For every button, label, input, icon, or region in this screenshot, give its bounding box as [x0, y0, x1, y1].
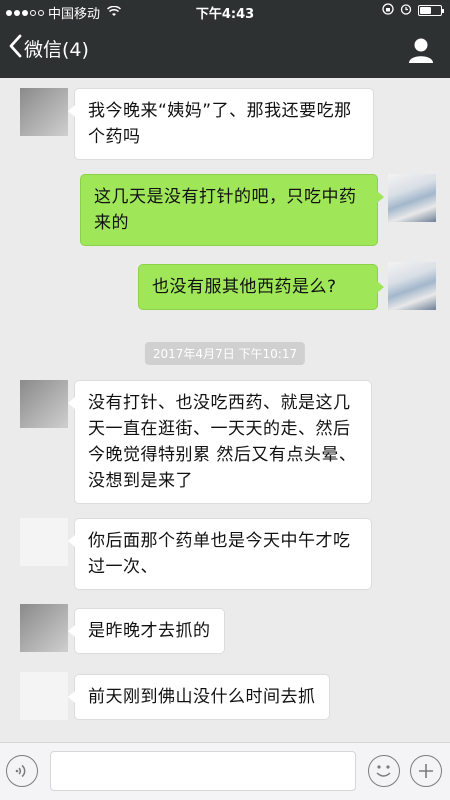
contact-avatar[interactable]: [20, 604, 68, 652]
alarm-icon: [400, 3, 412, 18]
message-bubble[interactable]: 你后面那个药单也是今天中午才吃过一次、: [68, 518, 372, 590]
plus-icon[interactable]: [410, 755, 442, 787]
message-bubble[interactable]: 这几天是没有打针的吧，只吃中药来的: [80, 174, 384, 246]
profile-icon[interactable]: [408, 36, 434, 64]
contact-avatar[interactable]: [20, 380, 68, 428]
message-bubble[interactable]: 没有打针、也没吃西药、就是这几天一直在逛街、一天天的走、然后今晚觉得特别累 然后…: [68, 380, 372, 504]
message-bubble[interactable]: 前天刚到佛山没什么时间去抓: [68, 674, 330, 720]
self-avatar[interactable]: [388, 262, 436, 310]
battery-icon: [418, 5, 444, 16]
message-bubble[interactable]: 也没有服其他西药是么?: [138, 264, 384, 310]
rotation-lock-icon: [382, 3, 394, 18]
input-bar: [0, 742, 450, 800]
contact-avatar[interactable]: [20, 672, 68, 720]
contact-avatar[interactable]: [20, 518, 68, 566]
contact-avatar[interactable]: [20, 88, 68, 136]
back-button[interactable]: 微信(4): [8, 34, 89, 63]
back-label: 微信(4): [24, 39, 89, 61]
message-bubble[interactable]: 我今晚来“姨妈”了、那我还要吃那个药吗: [68, 88, 374, 160]
emoji-icon[interactable]: [368, 755, 400, 787]
nav-bar: 微信(4): [0, 22, 450, 78]
self-avatar[interactable]: [388, 174, 436, 222]
back-chevron-icon: [8, 34, 22, 63]
status-right: [382, 3, 444, 18]
chat-area[interactable]: 我今晚来“姨妈”了、那我还要吃那个药吗 这几天是没有打针的吧，只吃中药来的 也没…: [0, 78, 450, 742]
message-timestamp: 2017年4月7日 下午10:17: [144, 342, 306, 365]
battery-level: [420, 7, 431, 14]
message-bubble[interactable]: 是昨晚才去抓的: [68, 608, 225, 654]
message-input[interactable]: [50, 751, 356, 791]
status-bar: 中国移动 下午4:43: [0, 0, 450, 22]
voice-icon[interactable]: [6, 755, 38, 787]
